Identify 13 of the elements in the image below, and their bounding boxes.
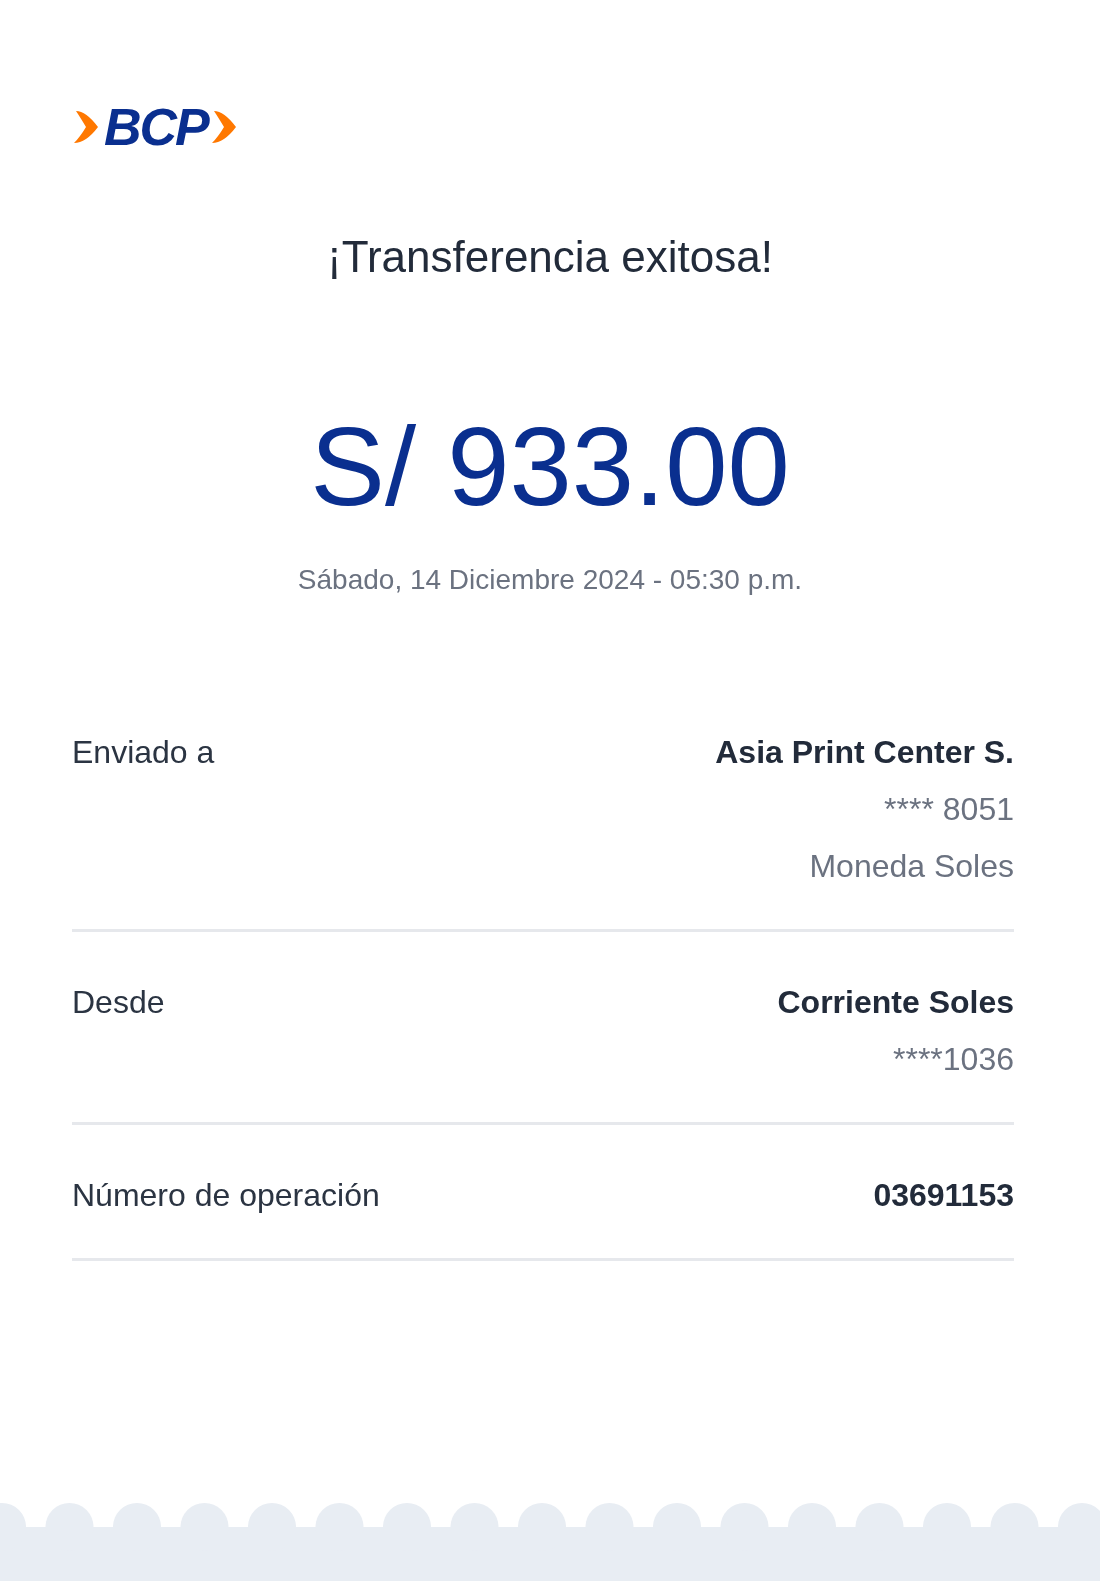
logo-text: BCP [104,97,208,157]
detail-value: ****1036 [893,1040,1014,1079]
detail-value: Moneda Soles [809,847,1014,886]
page-title: ¡Transferencia exitosa! [326,232,774,282]
detail-value: **** 8051 [884,790,1014,829]
detail-value: Asia Print Center S. [715,733,1014,772]
detail-label: Enviado a [72,733,215,772]
detail-value: Corriente Soles [777,983,1014,1022]
amount: S/ 933.00 [309,403,791,531]
detail-value: 03691153 [873,1176,1014,1215]
date-text: Sábado, 14 Diciembre 2024 - 05:30 p.m. [296,564,804,596]
detail-label: Desde [72,983,165,1022]
detail-label: Número de operación [72,1176,380,1215]
